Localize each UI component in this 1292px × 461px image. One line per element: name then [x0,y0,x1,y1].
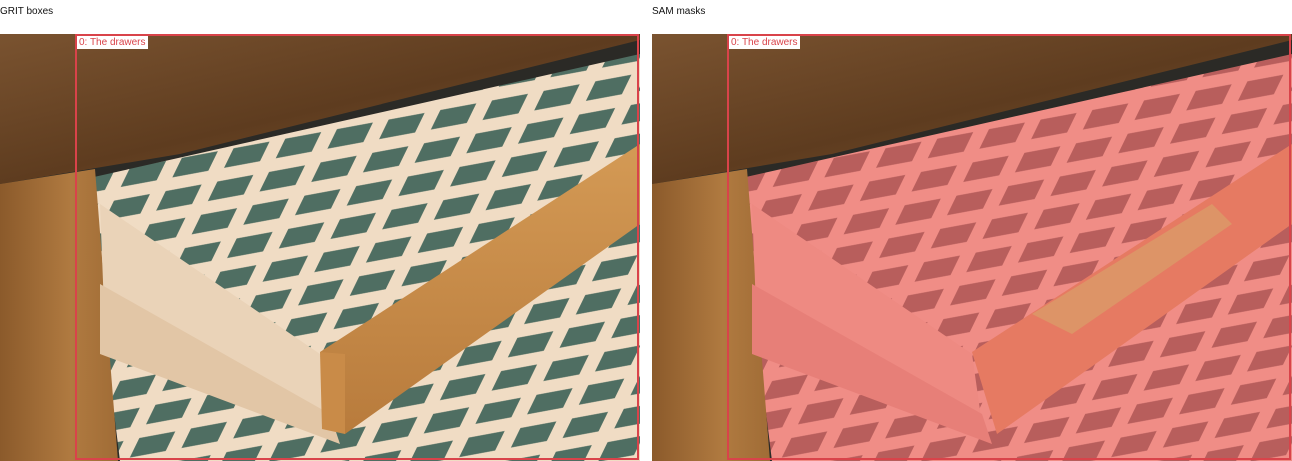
bounding-box: 0: The drawers [75,34,639,460]
sam-masks-panel: 0: The drawers [652,34,1292,461]
panel-title-right: SAM masks [652,6,706,17]
grit-boxes-panel: 0: The drawers [0,34,640,461]
panel-title-left: GRIT boxes [0,6,54,17]
bounding-box: 0: The drawers [727,34,1291,460]
box-label: 0: The drawers [729,36,800,49]
box-label: 0: The drawers [77,36,148,49]
